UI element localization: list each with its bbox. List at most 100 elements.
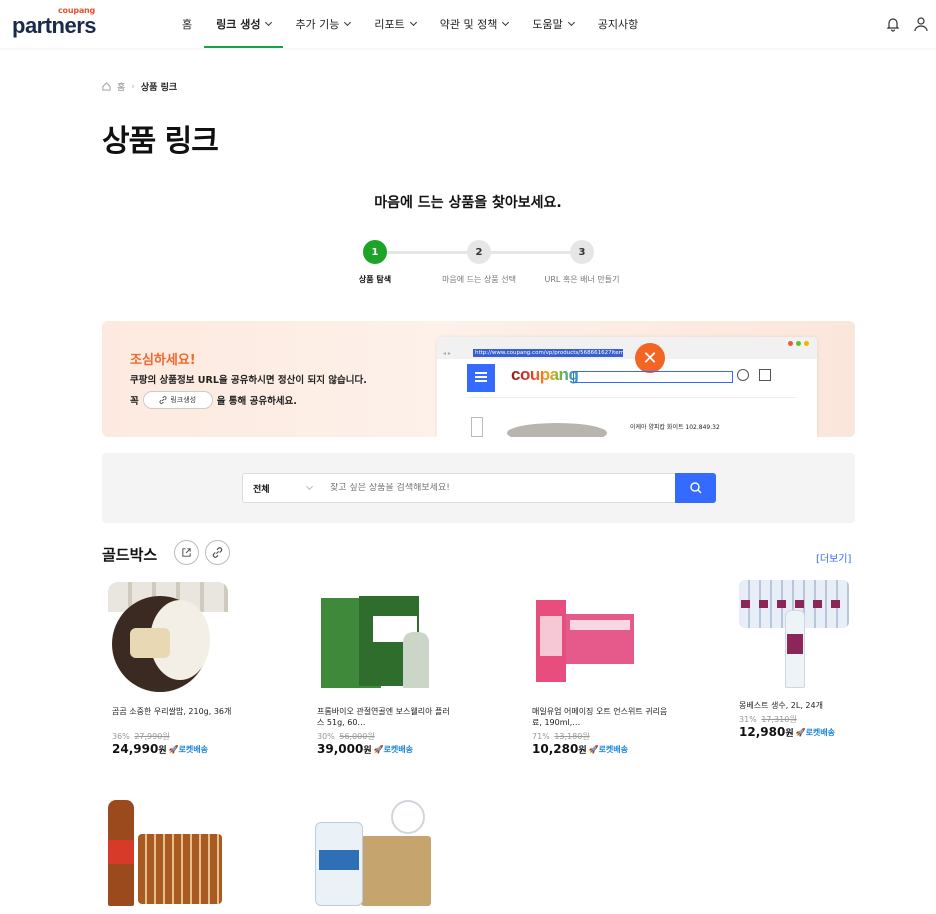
mock-coupang-logo: coupang — [511, 365, 579, 384]
product-card[interactable] — [100, 790, 250, 908]
link-icon — [212, 547, 223, 558]
product-discount: 31% 17,310원 — [739, 715, 797, 724]
rocket-delivery-badge: 🚀로켓배송 — [588, 744, 629, 754]
progress-stepper: 1 2 3 상품 탐색 마음에 드는 상품 선택 URL 혹은 배너 만들기 — [0, 240, 936, 290]
nav-item-notice[interactable]: 공지사항 — [586, 0, 650, 48]
nav-item-terms-policy[interactable]: 약관 및 정책 — [428, 0, 521, 48]
step-1-label: 상품 탐색 — [358, 275, 392, 284]
search-section: 전체 — [102, 453, 855, 523]
product-image — [100, 790, 250, 908]
section-subtitle: 마음에 드는 상품을 찾아보세요. — [374, 195, 562, 211]
chevron-down-icon — [344, 18, 352, 27]
top-header: coupang partners 홈 링크 생성 추가 기능 리포트 약관 및 … — [0, 0, 936, 48]
product-discount: 36% 27,990원 — [112, 732, 170, 741]
mock-divider — [467, 397, 797, 398]
window-dot-icon — [804, 341, 809, 346]
warning-message: 쿠팡의 상품정보 URL을 공유하시면 정산이 되지 않습니다. — [130, 375, 367, 386]
product-card[interactable]: 곰곰 소중한 우리쌀밥, 210g, 36개 36% 27,990원 24,99… — [100, 578, 250, 756]
nav-label: 도움말 — [532, 18, 563, 31]
chevron-down-icon — [265, 18, 273, 27]
open-external-button[interactable] — [174, 540, 199, 565]
mock-url-bar: http://www.coupang.com/vp/products/56866… — [473, 349, 623, 357]
product-image — [305, 796, 455, 914]
nav-label: 공지사항 — [597, 18, 639, 31]
warning-prefix: 꼭 — [130, 396, 139, 407]
nav-item-report[interactable]: 리포트 — [362, 0, 427, 48]
product-price: 12,980 원 🚀로켓배송 — [739, 725, 836, 739]
nav-label: 홈 — [182, 18, 193, 31]
mock-product-title: 이케아 양피캅 화이트 102.849.32 — [630, 424, 720, 431]
external-link-icon — [182, 548, 191, 557]
product-card[interactable]: 몽베스트 생수, 2L, 24개 31% 17,310원 12,980 원 🚀로켓배… — [727, 572, 877, 739]
breadcrumb-home[interactable]: 홈 — [117, 80, 125, 93]
step-2-label: 마음에 드는 상품 선택 — [442, 275, 516, 284]
breadcrumb-separator-icon: › — [131, 81, 135, 92]
window-dot-icon — [796, 341, 801, 346]
logo-main-text: partners — [12, 13, 97, 38]
main-nav: 홈 링크 생성 추가 기능 리포트 약관 및 정책 도움말 공지사항 — [170, 0, 650, 48]
chevron-down-icon — [305, 482, 314, 491]
close-x-icon: ✕ — [635, 343, 665, 373]
product-price: 10,280 원 🚀로켓배송 — [532, 742, 629, 756]
window-dot-icon — [788, 341, 793, 346]
nav-item-home[interactable]: 홈 — [170, 0, 204, 48]
pill-label: 링크생성 — [170, 396, 197, 404]
mock-search-box — [573, 371, 733, 383]
mock-menu-icon — [467, 364, 495, 392]
nav-label: 약관 및 정책 — [439, 18, 498, 31]
search-box: 전체 — [242, 473, 676, 503]
more-link[interactable]: [더보기] — [816, 550, 851, 565]
nav-label: 링크 생성 — [216, 18, 261, 31]
step-2-circle: 2 — [467, 240, 491, 264]
rocket-delivery-badge: 🚀로켓배송 — [373, 744, 414, 754]
chevron-down-icon — [567, 18, 575, 27]
home-icon[interactable] — [102, 82, 111, 91]
nav-label: 리포트 — [374, 18, 405, 31]
product-image — [727, 572, 877, 690]
rocket-delivery-badge: 🚀로켓배송 — [795, 727, 836, 737]
nav-label: 추가 기능 — [295, 18, 340, 31]
search-icon — [689, 482, 701, 494]
product-discount: 71% 13,180원 — [532, 732, 590, 741]
rocket-delivery-badge: 🚀로켓배송 — [168, 744, 209, 754]
goldbox-title: 골드박스 — [102, 546, 158, 564]
mock-nav-arrows-icon: ◂ ▸ — [443, 350, 451, 357]
link-create-pill: 링크생성 — [142, 391, 213, 409]
mock-cart-icon — [759, 369, 771, 381]
copy-link-button[interactable] — [205, 540, 230, 565]
product-card[interactable] — [305, 796, 455, 914]
nav-item-extra-features[interactable]: 추가 기능 — [283, 0, 362, 48]
product-price: 39,000 원 🚀로켓배송 — [317, 742, 414, 756]
nav-item-help[interactable]: 도움말 — [520, 0, 585, 48]
mock-user-icon — [737, 369, 749, 381]
warning-instruction: 꼭 링크생성 을 통해 공유하세요. — [130, 391, 297, 409]
product-name: 곰곰 소중한 우리쌀밥, 210g, 36개 — [112, 707, 232, 716]
warning-banner: 조심하세요! 쿠팡의 상품정보 URL을 공유하시면 정산이 되지 않습니다. … — [102, 321, 855, 437]
breadcrumb-current: 상품 링크 — [140, 83, 178, 93]
category-select[interactable]: 전체 — [243, 482, 318, 495]
step-connector — [490, 251, 580, 254]
step-connector — [386, 251, 476, 254]
search-button[interactable] — [675, 473, 716, 503]
step-3-circle: 3 — [570, 240, 594, 264]
product-card[interactable]: 매일유업 어메이징 오트 언스위트 귀리음료, 190ml,… 71% 13,1… — [520, 578, 670, 756]
chevron-down-icon — [409, 18, 417, 27]
search-input[interactable] — [318, 483, 675, 493]
product-image — [305, 578, 455, 696]
step-1-circle: 1 — [363, 240, 387, 264]
chevron-down-icon — [502, 18, 510, 27]
warning-title: 조심하세요! — [130, 353, 196, 368]
browser-mockup-illustration: ◂ ▸ http://www.coupang.com/vp/products/5… — [437, 337, 817, 437]
user-icon[interactable] — [912, 15, 930, 33]
product-discount: 30% 56,000원 — [317, 732, 375, 741]
link-icon — [159, 396, 167, 404]
product-image — [100, 578, 250, 696]
mock-thumbnail — [471, 417, 483, 437]
nav-item-link-creation[interactable]: 링크 생성 — [204, 0, 284, 48]
product-card[interactable]: 프롬바이오 관절연골엔 보스웰리아 플러스 51g, 60… 30% 56,00… — [305, 578, 455, 756]
product-price: 24,990 원 🚀로켓배송 — [112, 742, 209, 756]
product-name: 프롬바이오 관절연골엔 보스웰리아 플러스 51g, 60… — [317, 707, 450, 727]
bell-icon[interactable] — [884, 15, 902, 33]
product-image — [520, 578, 670, 696]
warning-suffix: 을 통해 공유하세요. — [216, 396, 297, 407]
